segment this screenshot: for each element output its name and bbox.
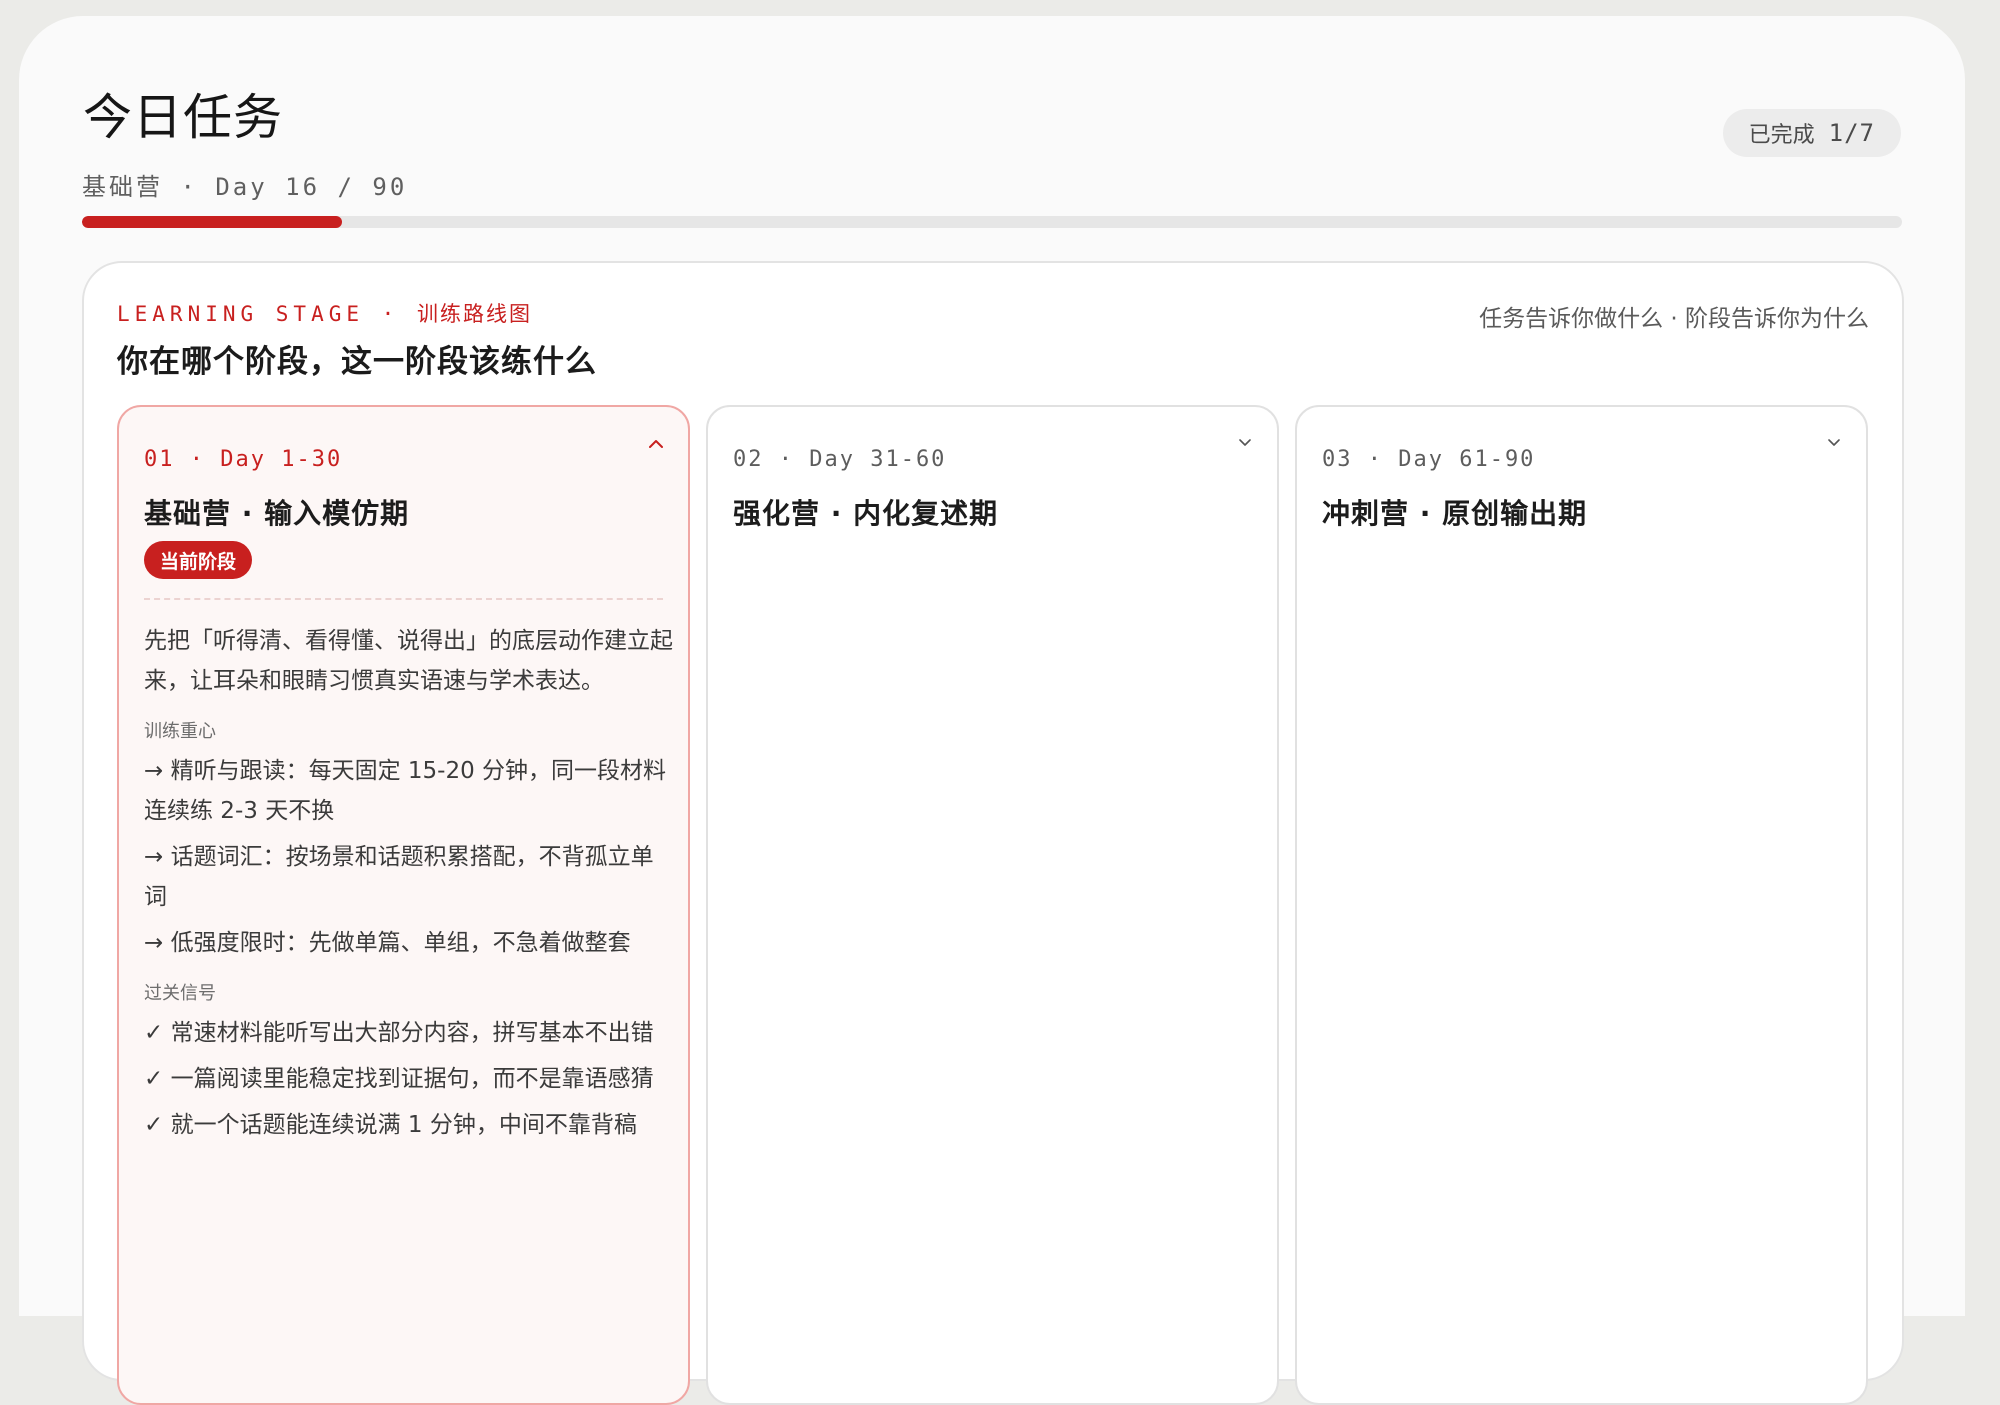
arrow-icon: → [144,844,164,870]
current-stage-badge: 当前阶段 [144,541,253,579]
stage-card-sprint[interactable]: 03 · Day 61-90 冲刺营 · 原创输出期 [1295,405,1868,1405]
app-window: 今日任务 基础营 · Day 16 / 90 已完成 1/7 LEARNING … [19,16,1965,1405]
stage-description: 先把「听得清、看得懂、说得出」的底层动作建立起来，让耳朵和眼睛习惯真实语速与学术… [144,628,673,694]
stage-title: 基础营 · 输入模仿期 [144,497,410,530]
stage-card-foundation[interactable]: 01 · Day 1-30 基础营 · 输入模仿期 当前阶段 先把「听得清、看得… [117,405,690,1405]
focus-list: → 精听与跟读：每天固定 15-20 分钟，同一段材料连续练 2-3 天不换 →… [144,751,674,963]
stage-title: 冲刺营 · 原创输出期 [1322,497,1588,530]
focus-item-text: 低强度限时：先做单篇、单组，不急着做整套 [170,930,631,956]
check-icon: ✓ [144,1112,164,1138]
check-icon: ✓ [144,1066,164,1092]
stage-index: 01 · Day 1-30 [144,447,343,472]
stage-index: 03 · Day 61-90 [1322,447,1536,472]
focus-item-text: 精听与跟读：每天固定 15-20 分钟，同一段材料连续练 2-3 天不换 [144,758,667,824]
stage-heading: 你在哪个阶段，这一阶段该练什么 [117,344,597,380]
signal-item: ✓ 常速材料能听写出大部分内容，拼写基本不出错 [144,1013,674,1053]
page-title: 今日任务 [83,89,284,146]
arrow-icon: → [144,930,164,956]
stage-details: 先把「听得清、看得懂、说得出」的底层动作建立起来，让耳朵和眼睛习惯真实语速与学术… [144,621,674,1151]
signals-section-label: 过关信号 [144,983,216,1004]
completion-badge: 已完成 1/7 [1722,109,1901,157]
arrow-icon: → [144,758,164,784]
completion-count: 1/7 [1828,119,1875,147]
learning-stage-panel: LEARNING STAGE · 训练路线图 你在哪个阶段，这一阶段该练什么 任… [82,261,1904,1405]
camp-day-subtitle: 基础营 · Day 16 / 90 [82,173,408,201]
focus-item: → 低强度限时：先做单篇、单组，不急着做整套 [144,923,674,963]
signal-item: ✓ 一篇阅读里能稳定找到证据句，而不是靠语感猜 [144,1059,674,1099]
completion-label: 已完成 [1748,123,1815,148]
stage-eyebrow-zh: 训练路线图 [416,302,532,326]
check-icon: ✓ [144,1020,164,1046]
dashed-divider [144,598,663,600]
stage-eyebrow: LEARNING STAGE · 训练路线图 [117,298,532,328]
chevron-down-icon[interactable] [1824,433,1844,453]
chevron-up-icon[interactable] [646,433,666,453]
signal-item-text: 一篇阅读里能稳定找到证据句，而不是靠语感猜 [170,1066,654,1092]
signal-item-text: 常速材料能听写出大部分内容，拼写基本不出错 [170,1020,654,1046]
daily-progress-fill [82,216,342,228]
stage-card-intensive[interactable]: 02 · Day 31-60 强化营 · 内化复述期 [706,405,1279,1405]
focus-item: → 话题词汇：按场景和话题积累搭配，不背孤立单词 [144,837,674,917]
focus-section-label: 训练重心 [144,721,216,742]
stage-index: 02 · Day 31-60 [733,447,947,472]
signal-list: ✓ 常速材料能听写出大部分内容，拼写基本不出错 ✓ 一篇阅读里能稳定找到证据句，… [144,1013,674,1145]
stage-title: 强化营 · 内化复述期 [733,497,999,530]
signal-item-text: 就一个话题能连续说满 1 分钟，中间不靠背稿 [170,1112,637,1138]
signal-item: ✓ 就一个话题能连续说满 1 分钟，中间不靠背稿 [144,1105,674,1145]
daily-progress-bar [82,216,1902,228]
stage-hint: 任务告诉你做什么 · 阶段告诉你为什么 [1479,306,1869,332]
focus-item: → 精听与跟读：每天固定 15-20 分钟，同一段材料连续练 2-3 天不换 [144,751,674,831]
focus-item-text: 话题词汇：按场景和话题积累搭配，不背孤立单词 [144,844,654,910]
chevron-down-icon[interactable] [1235,433,1255,453]
stage-eyebrow-en: LEARNING STAGE · [117,302,400,326]
